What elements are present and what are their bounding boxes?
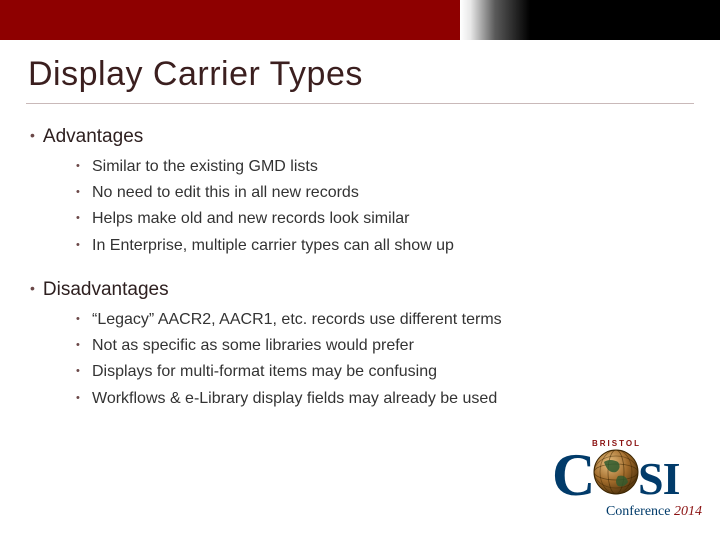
list-item-label: Displays for multi-format items may be c… (92, 364, 437, 381)
bullet-icon: • (76, 179, 86, 205)
disadvantages-list: • “Legacy” AACR2, AACR1, etc. records use… (76, 307, 690, 412)
logo-letter-c: C (552, 441, 595, 510)
list-item: • Not as specific as some libraries would… (76, 333, 690, 359)
list-item: • In Enterprise, multiple carrier types c… (76, 233, 690, 259)
list-item-label: “Legacy” AACR2, AACR1, etc. records use … (92, 311, 502, 328)
list-item: • Helps make old and new records look sim… (76, 206, 690, 232)
bullet-icon: • (76, 153, 86, 179)
list-item: • “Legacy” AACR2, AACR1, etc. records use… (76, 307, 690, 333)
list-item: • Similar to the existing GMD lists (76, 154, 690, 180)
bullet-icon: • (76, 385, 86, 411)
bullet-icon: • (76, 306, 86, 332)
header-bar (0, 0, 720, 40)
list-item-label: Similar to the existing GMD lists (92, 158, 318, 175)
bullet-icon: • (76, 332, 86, 358)
bullet-icon: • (30, 127, 35, 143)
globe-icon (592, 448, 640, 496)
list-item-label: Not as specific as some libraries would … (92, 337, 414, 354)
logo-letters-si: SI (638, 452, 679, 505)
header-bar-gradient (460, 0, 530, 40)
list-item-label: No need to edit this in all new records (92, 184, 359, 201)
logo-conference-word: Conference (606, 504, 671, 519)
list-item-label: In Enterprise, multiple carrier types ca… (92, 237, 454, 254)
list-item: • Displays for multi-format items may be … (76, 359, 690, 385)
advantages-list: • Similar to the existing GMD lists • No n… (76, 154, 690, 259)
header-bar-red (0, 0, 460, 40)
section-heading-disadvantages: • Disadvantages (30, 279, 690, 301)
cosi-logo: BRISTOL C SI Conference 2014 (552, 446, 702, 528)
list-item: • Workflows & e-Library display fields ma… (76, 386, 690, 412)
header-bar-black (530, 0, 720, 40)
title-underline (26, 103, 694, 104)
logo-arch-text: BRISTOL (592, 439, 640, 448)
section-heading-label: Disadvantages (43, 279, 169, 300)
bullet-icon: • (30, 280, 35, 296)
list-item-label: Helps make old and new records look simi… (92, 211, 409, 228)
slide-title: Display Carrier Types (28, 55, 363, 94)
section-heading-advantages: • Advantages (30, 126, 690, 148)
list-item-label: Workflows & e-Library display fields may… (92, 390, 497, 407)
slide-body: • Advantages • Similar to the existing GMD… (30, 122, 690, 422)
logo-year: 2014 (674, 504, 702, 519)
section-heading-label: Advantages (43, 126, 143, 147)
list-item: • No need to edit this in all new records (76, 180, 690, 206)
bullet-icon: • (76, 232, 86, 258)
logo-conference-line: Conference 2014 (552, 504, 702, 520)
bullet-icon: • (76, 358, 86, 384)
bullet-icon: • (76, 205, 86, 231)
